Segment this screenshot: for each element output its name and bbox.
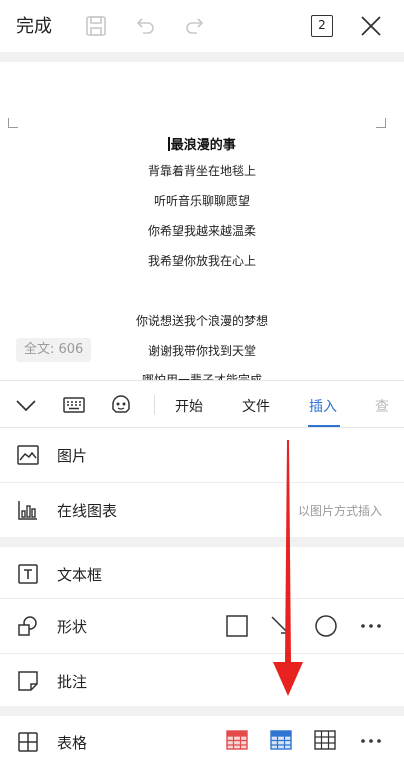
insert-shape-item[interactable]: 形状	[0, 599, 404, 653]
insert-table-item[interactable]: 表格	[0, 716, 404, 766]
blue-table-style-icon[interactable]	[269, 728, 295, 754]
document-line: 你希望我越来越温柔	[147, 224, 256, 238]
window-count-badge[interactable]: 2	[311, 15, 333, 37]
textbox-icon	[16, 562, 40, 586]
insert-comment-item[interactable]: 批注	[0, 654, 404, 708]
insert-textbox-item[interactable]: 文本框	[0, 547, 404, 601]
comment-label: 批注	[57, 673, 88, 691]
chevron-down-icon[interactable]	[14, 393, 38, 417]
comment-icon	[16, 669, 40, 693]
keyboard-icon[interactable]	[62, 393, 86, 417]
page-corner-marker	[376, 118, 386, 128]
section-gap	[0, 537, 404, 547]
annotation-down-arrow	[270, 440, 306, 700]
table-label: 表格	[57, 734, 88, 752]
online-chart-label: 在线图表	[57, 502, 118, 520]
document-title[interactable]: 最浪漫的事	[0, 134, 404, 153]
rectangle-shape-icon[interactable]	[224, 613, 250, 639]
done-button[interactable]: 完成	[16, 12, 52, 38]
more-tables-icon[interactable]	[358, 728, 384, 754]
section-gap	[0, 706, 404, 716]
text-cursor	[168, 137, 170, 151]
top-toolbar: 完成 2	[0, 0, 404, 52]
redo-icon[interactable]	[182, 14, 206, 38]
picture-icon	[16, 443, 40, 467]
textbox-label: 文本框	[57, 566, 103, 584]
online-chart-hint: 以图片方式插入	[297, 504, 382, 518]
shape-icon	[16, 614, 40, 638]
tab-separator	[154, 395, 155, 415]
tab-file[interactable]: 文件	[242, 396, 270, 416]
tab-start[interactable]: 开始	[175, 396, 203, 416]
document-line: 听听音乐聊聊愿望	[153, 194, 250, 208]
red-table-style-icon[interactable]	[225, 728, 251, 754]
more-shapes-icon[interactable]	[358, 613, 384, 639]
document-line: 我希望你放我在心上	[147, 254, 256, 268]
shape-label: 形状	[57, 618, 88, 636]
ribbon-tab-bar: 开始 文件 插入 查	[0, 380, 404, 428]
toolbar-divider	[0, 52, 404, 62]
document-line: 哪怕用一辈子才能完成	[141, 373, 262, 380]
tab-review[interactable]: 查	[375, 396, 404, 416]
voice-assistant-icon[interactable]	[109, 393, 133, 417]
insert-picture-item[interactable]: 图片	[0, 428, 404, 482]
insert-online-chart-item[interactable]: 在线图表 以图片方式插入	[0, 483, 404, 537]
tab-insert[interactable]: 插入	[309, 396, 337, 416]
close-icon[interactable]	[359, 14, 383, 38]
document-page[interactable]: 最浪漫的事 背靠着背坐在地毯上 听听音乐聊聊愿望 你希望我越来越温柔 我希望你放…	[0, 62, 404, 380]
circle-shape-icon[interactable]	[313, 613, 339, 639]
document-line: 背靠着背坐在地毯上	[147, 164, 256, 178]
bar-chart-icon	[16, 498, 40, 522]
word-count-badge: 全文: 606	[16, 338, 92, 362]
table-icon	[16, 730, 40, 754]
save-icon[interactable]	[84, 14, 108, 38]
active-tab-indicator	[308, 425, 340, 427]
plain-table-style-icon[interactable]	[313, 728, 339, 754]
document-line: 你说想送我个浪漫的梦想	[135, 314, 268, 328]
page-corner-marker	[8, 118, 18, 128]
undo-icon[interactable]	[134, 14, 158, 38]
picture-label: 图片	[57, 447, 88, 465]
